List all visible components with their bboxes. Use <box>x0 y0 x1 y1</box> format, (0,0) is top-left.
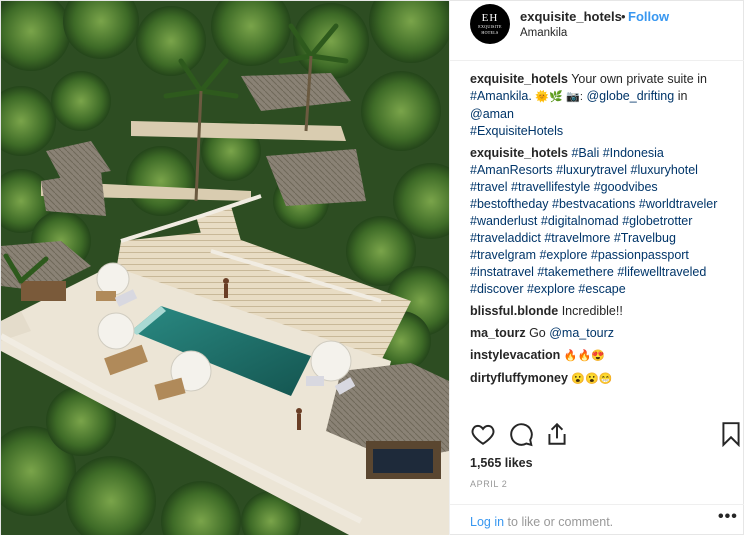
share-icon[interactable] <box>544 421 570 447</box>
hashtag-link[interactable]: #travelgram <box>470 248 536 262</box>
hashtag-link[interactable]: #bestoftheday <box>470 197 549 211</box>
hashtag-link[interactable]: #Amankila. <box>470 89 532 103</box>
post-photo[interactable] <box>1 1 449 535</box>
hashtag-link[interactable]: #travel <box>470 180 508 194</box>
comment-username[interactable]: blissful.blonde <box>470 304 558 318</box>
hashtag-link[interactable]: #takemethere <box>537 265 613 279</box>
comment-username[interactable]: ma_tourz <box>470 326 526 340</box>
likes-count[interactable]: 1,565 likes <box>470 456 533 470</box>
caption-username[interactable]: exquisite_hotels <box>470 72 568 86</box>
post-header: EH EXQUISITE HOTELS exquisite_hotels • F… <box>450 1 744 61</box>
camera-emoji-icon: 📷: <box>566 91 583 103</box>
login-link[interactable]: Log in <box>470 515 504 529</box>
hashtag-link[interactable]: #explore <box>539 248 587 262</box>
header-username[interactable]: exquisite_hotels <box>520 9 622 24</box>
comment-item: instylevacation 🔥🔥😍 <box>470 347 734 365</box>
resort-pool-image <box>1 1 449 535</box>
header-separator: • <box>621 9 626 24</box>
comment-text: Go <box>529 326 546 340</box>
caption: exquisite_hotels Your own private suite … <box>470 71 734 140</box>
more-options-icon[interactable]: ••• <box>718 508 738 526</box>
hashtag-link[interactable]: #lifewelltraveled <box>617 265 706 279</box>
hashtag-link[interactable]: #goodvibes <box>594 180 658 194</box>
hashtag-link[interactable]: #luxuryhotel <box>631 163 698 177</box>
comment-item: ma_tourz Go @ma_tourz <box>470 325 734 342</box>
hashtag-comment: exquisite_hotels #Bali #Indonesia #AmanR… <box>470 145 734 298</box>
heart-icon[interactable] <box>470 421 496 447</box>
hashtag-link[interactable]: #traveladdict <box>470 231 541 245</box>
comment-list: exquisite_hotels Your own private suite … <box>470 71 734 393</box>
action-bar <box>450 421 744 451</box>
hashtag-link[interactable]: #travellifestyle <box>511 180 590 194</box>
caption-text: in <box>677 89 688 103</box>
hashtag-link[interactable]: #escape <box>578 282 625 296</box>
follow-button[interactable]: Follow <box>628 9 669 24</box>
hashtag-link[interactable]: #travelmore <box>544 231 610 245</box>
hashtag-link[interactable]: #luxurytravel <box>556 163 627 177</box>
hashtag-link[interactable]: #instatravel <box>470 265 534 279</box>
location-link[interactable]: Amankila <box>520 27 567 39</box>
comment-bubble-icon[interactable] <box>508 421 534 447</box>
hashtag-link[interactable]: #AmanResorts <box>470 163 553 177</box>
post-side-panel: EH EXQUISITE HOTELS exquisite_hotels • F… <box>449 1 744 535</box>
mention-link[interactable]: @aman <box>470 107 514 121</box>
comment-emoji: 😮😮😁 <box>571 373 613 385</box>
post-footer: Log in to like or comment. ••• <box>450 504 744 535</box>
mention-link[interactable]: @ma_tourz <box>549 326 614 340</box>
hashtag-link[interactable]: #Indonesia <box>603 146 664 160</box>
hashtag-link[interactable]: #globetrotter <box>622 214 692 228</box>
avatar-monogram: EH <box>481 12 499 24</box>
sun-leaf-emoji-icon: 🌞🌿 <box>535 91 563 103</box>
post-date[interactable]: APRIL 2 <box>470 479 507 489</box>
hashtag-link[interactable]: #worldtraveler <box>639 197 718 211</box>
hashtag-link[interactable]: #bestvacations <box>552 197 635 211</box>
mention-link[interactable]: @globe_drifting <box>586 89 674 103</box>
avatar-subtext: EXQUISITE HOTELS <box>478 24 502 35</box>
comment-username[interactable]: instylevacation <box>470 348 560 362</box>
login-text: to like or comment. <box>507 515 614 529</box>
avatar[interactable]: EH EXQUISITE HOTELS <box>470 4 510 44</box>
hashtag-link[interactable]: #discover <box>470 282 524 296</box>
bookmark-icon[interactable] <box>718 421 744 448</box>
comment-username[interactable]: exquisite_hotels <box>470 146 568 160</box>
caption-text: Your own private suite in <box>571 72 707 86</box>
comment-item: dirtyfluffymoney 😮😮😁 <box>470 370 734 388</box>
hashtag-link[interactable]: #wanderlust <box>470 214 537 228</box>
comment-emoji: 🔥🔥😍 <box>563 350 605 362</box>
hashtag-link[interactable]: #explore <box>527 282 575 296</box>
login-prompt: Log in to like or comment. <box>470 515 613 529</box>
hashtag-link[interactable]: #passionpassport <box>591 248 689 262</box>
hashtag-link[interactable]: #Travelbug <box>614 231 676 245</box>
hashtag-link[interactable]: #digitalnomad <box>541 214 619 228</box>
comment-username[interactable]: dirtyfluffymoney <box>470 371 568 385</box>
instagram-post: EH EXQUISITE HOTELS exquisite_hotels • F… <box>0 0 744 535</box>
comment-text: Incredible!! <box>561 304 623 318</box>
hashtag-link[interactable]: #Bali <box>571 146 599 160</box>
comment-item: blissful.blonde Incredible!! <box>470 303 734 320</box>
hashtag-link[interactable]: #ExquisiteHotels <box>470 124 563 138</box>
